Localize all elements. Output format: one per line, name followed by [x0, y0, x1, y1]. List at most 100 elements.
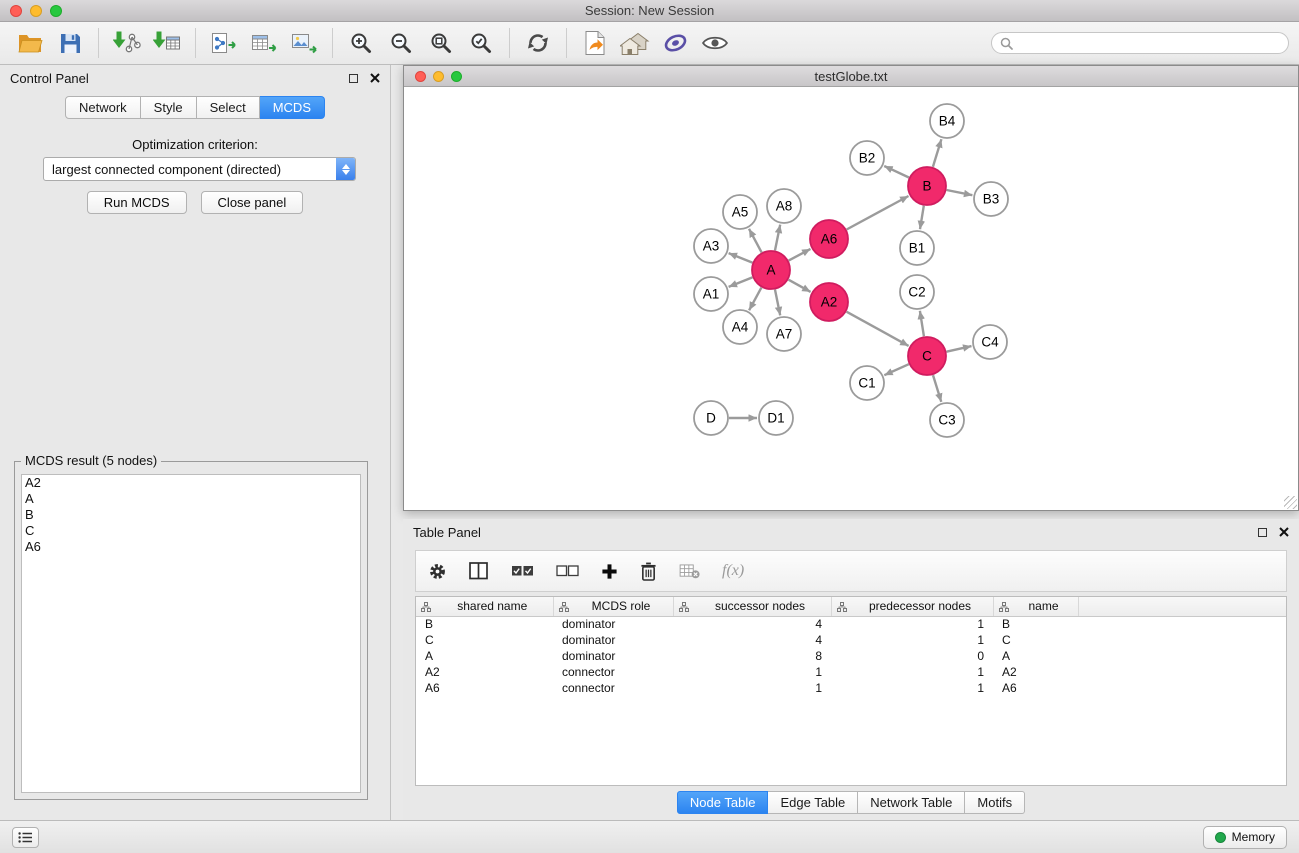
open-session-icon[interactable] [12, 26, 48, 60]
mcds-result-item[interactable]: B [22, 507, 360, 523]
network-canvas[interactable]: B4B2BB3A5A8A6B1A3AC2A1A2A4A7C4CC1C3DD1 [404, 87, 1298, 510]
network-edge-B-B3[interactable] [947, 190, 973, 195]
network-node-B2[interactable]: B2 [850, 141, 884, 175]
mcds-result-item[interactable]: A6 [22, 539, 360, 555]
export-image-icon[interactable] [286, 26, 322, 60]
network-node-C2[interactable]: C2 [900, 275, 934, 309]
table-cell[interactable]: A6 [993, 680, 1078, 696]
network-node-C1[interactable]: C1 [850, 366, 884, 400]
zoom-fit-icon[interactable] [423, 26, 459, 60]
tab-select[interactable]: Select [197, 96, 260, 119]
network-edge-A6-B[interactable] [847, 196, 909, 230]
network-edge-A-A2[interactable] [789, 280, 811, 292]
close-window-button[interactable] [10, 5, 22, 17]
zoom-window-button[interactable] [50, 5, 62, 17]
home-icon[interactable] [617, 26, 653, 60]
network-node-A6[interactable]: A6 [810, 220, 848, 258]
task-history-button[interactable] [12, 827, 39, 848]
network-node-A3[interactable]: A3 [694, 229, 728, 263]
optimization-criterion-dropdown[interactable]: largest connected component (directed) [43, 157, 356, 181]
export-network-icon[interactable] [206, 26, 242, 60]
mcds-result-item[interactable]: A2 [22, 475, 360, 491]
column-header-name[interactable]: name [993, 597, 1078, 616]
network-window-titlebar[interactable]: testGlobe.txt [404, 66, 1298, 87]
network-close-button[interactable] [415, 71, 426, 82]
network-edge-A-A6[interactable] [789, 249, 811, 261]
network-node-A1[interactable]: A1 [694, 277, 728, 311]
tab-edge-table[interactable]: Edge Table [768, 791, 858, 814]
column-header-predecessor-nodes[interactable]: predecessor nodes [831, 597, 993, 616]
zoom-selected-icon[interactable] [463, 26, 499, 60]
zoom-in-icon[interactable] [343, 26, 379, 60]
table-row[interactable]: Cdominator41C [416, 632, 1286, 648]
session-file-icon[interactable] [577, 26, 613, 60]
column-selector-icon[interactable] [469, 562, 489, 580]
tab-motifs[interactable]: Motifs [965, 791, 1025, 814]
delete-table-icon[interactable] [679, 564, 700, 579]
table-cell[interactable]: A [416, 648, 553, 664]
table-cell[interactable]: dominator [553, 648, 673, 664]
network-edge-C-C4[interactable] [947, 346, 972, 352]
add-icon[interactable] [601, 563, 618, 580]
network-node-A2[interactable]: A2 [810, 283, 848, 321]
table-cell[interactable]: 0 [831, 648, 993, 664]
mcds-result-item[interactable]: A [22, 491, 360, 507]
network-edge-A-A4[interactable] [749, 288, 761, 311]
settings-gear-icon[interactable] [428, 562, 447, 581]
network-edge-A-A8[interactable] [775, 225, 780, 251]
table-cell[interactable]: A [993, 648, 1078, 664]
network-node-A5[interactable]: A5 [723, 195, 757, 229]
table-row[interactable]: A2connector11A2 [416, 664, 1286, 680]
tab-network[interactable]: Network [65, 96, 141, 119]
network-node-A4[interactable]: A4 [723, 310, 757, 344]
apps-icon[interactable] [657, 26, 693, 60]
delete-trash-icon[interactable] [640, 562, 657, 581]
table-cell[interactable]: A6 [416, 680, 553, 696]
network-edge-A2-C[interactable] [847, 312, 909, 346]
network-edge-B-B4[interactable] [933, 139, 942, 167]
table-cell[interactable]: A2 [993, 664, 1078, 680]
mcds-result-list[interactable]: A2ABCA6 [21, 474, 361, 793]
table-cell[interactable]: connector [553, 664, 673, 680]
zoom-out-icon[interactable] [383, 26, 419, 60]
network-edge-C-C3[interactable] [933, 375, 941, 402]
minimize-window-button[interactable] [30, 5, 42, 17]
search-box[interactable] [991, 32, 1289, 54]
network-minimize-button[interactable] [433, 71, 444, 82]
network-node-A7[interactable]: A7 [767, 317, 801, 351]
table-row[interactable]: A6connector11A6 [416, 680, 1286, 696]
mcds-result-item[interactable]: C [22, 523, 360, 539]
network-edge-A-A1[interactable] [729, 277, 753, 287]
table-cell[interactable]: B [416, 616, 553, 632]
tab-mcds[interactable]: MCDS [260, 96, 325, 119]
column-header-mcds-role[interactable]: MCDS role [553, 597, 673, 616]
close-table-panel-icon[interactable] [1279, 527, 1289, 537]
table-row[interactable]: Bdominator41B [416, 616, 1286, 632]
network-node-C3[interactable]: C3 [930, 403, 964, 437]
table-cell[interactable]: dominator [553, 616, 673, 632]
network-node-C4[interactable]: C4 [973, 325, 1007, 359]
table-cell[interactable]: C [416, 632, 553, 648]
column-header-successor-nodes[interactable]: successor nodes [673, 597, 831, 616]
float-table-panel-icon[interactable] [1258, 528, 1267, 537]
network-node-B3[interactable]: B3 [974, 182, 1008, 216]
import-table-icon[interactable] [149, 26, 185, 60]
network-edge-A-A3[interactable] [729, 253, 753, 263]
table-cell[interactable]: 4 [673, 616, 831, 632]
float-panel-icon[interactable] [349, 74, 358, 83]
table-cell[interactable]: A2 [416, 664, 553, 680]
tab-style[interactable]: Style [141, 96, 197, 119]
network-node-C[interactable]: C [908, 337, 946, 375]
run-mcds-button[interactable]: Run MCDS [87, 191, 187, 214]
network-edge-B-B2[interactable] [884, 166, 909, 178]
search-input[interactable] [1019, 35, 1280, 51]
tab-network-table[interactable]: Network Table [858, 791, 965, 814]
table-cell[interactable]: 1 [831, 632, 993, 648]
network-zoom-button[interactable] [451, 71, 462, 82]
network-edge-C-C2[interactable] [920, 311, 924, 336]
network-node-B4[interactable]: B4 [930, 104, 964, 138]
network-edge-A-A5[interactable] [749, 229, 762, 253]
close-panel-icon[interactable] [370, 73, 380, 83]
network-node-B[interactable]: B [908, 167, 946, 205]
tab-node-table[interactable]: Node Table [677, 791, 769, 814]
